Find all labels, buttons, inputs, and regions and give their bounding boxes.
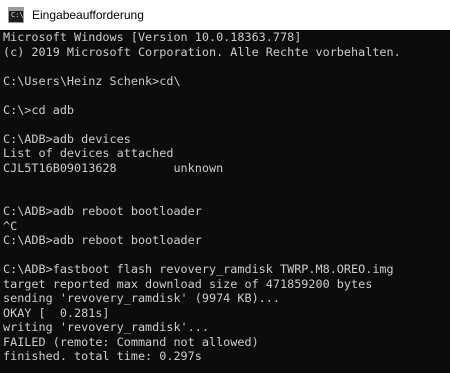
console-line: C:\ADB>adb reboot bootloader [3,233,202,247]
console-area[interactable]: Microsoft Windows [Version 10.0.18363.77… [0,30,450,373]
console-line: writing 'revovery_ramdisk'... [3,320,209,334]
window-title: Eingabeaufforderung [32,8,144,22]
console-line: target reported max download size of 471… [3,276,373,291]
console-line: C:\Users\Heinz Schenk>cd\ [3,73,181,88]
console-line: FAILED (remote: Command not allowed) [3,334,259,349]
console-line: ^C [3,218,18,233]
command-prompt-icon: C:\ [8,7,24,23]
console-line: OKAY [ 0.281s] [3,305,110,320]
command-prompt-window: C:\ Eingabeaufforderung Microsoft Window… [0,0,450,373]
console-line: sending 'revovery_ramdisk' (9974 KB)... [3,291,280,305]
console-line: List of devices attached [3,146,174,160]
console-line: CJL5T16B09013628 unknown [3,160,224,175]
console-line: (c) 2019 Microsoft Corporation. Alle Rec… [3,44,401,59]
console-line: C:\ADB>adb devices [3,131,131,146]
console-line: C:\ADB>fastboot flash revovery_ramdisk T… [3,262,394,276]
console-line: C:\ADB>adb reboot bootloader [3,204,202,218]
title-bar[interactable]: C:\ Eingabeaufforderung [0,0,450,30]
console-line: C:\>cd adb [3,102,75,117]
console-output: Microsoft Windows [Version 10.0.18363.77… [0,30,450,364]
console-line: finished. total time: 0.297s [3,349,202,363]
console-line: Microsoft Windows [Version 10.0.18363.77… [3,30,302,44]
